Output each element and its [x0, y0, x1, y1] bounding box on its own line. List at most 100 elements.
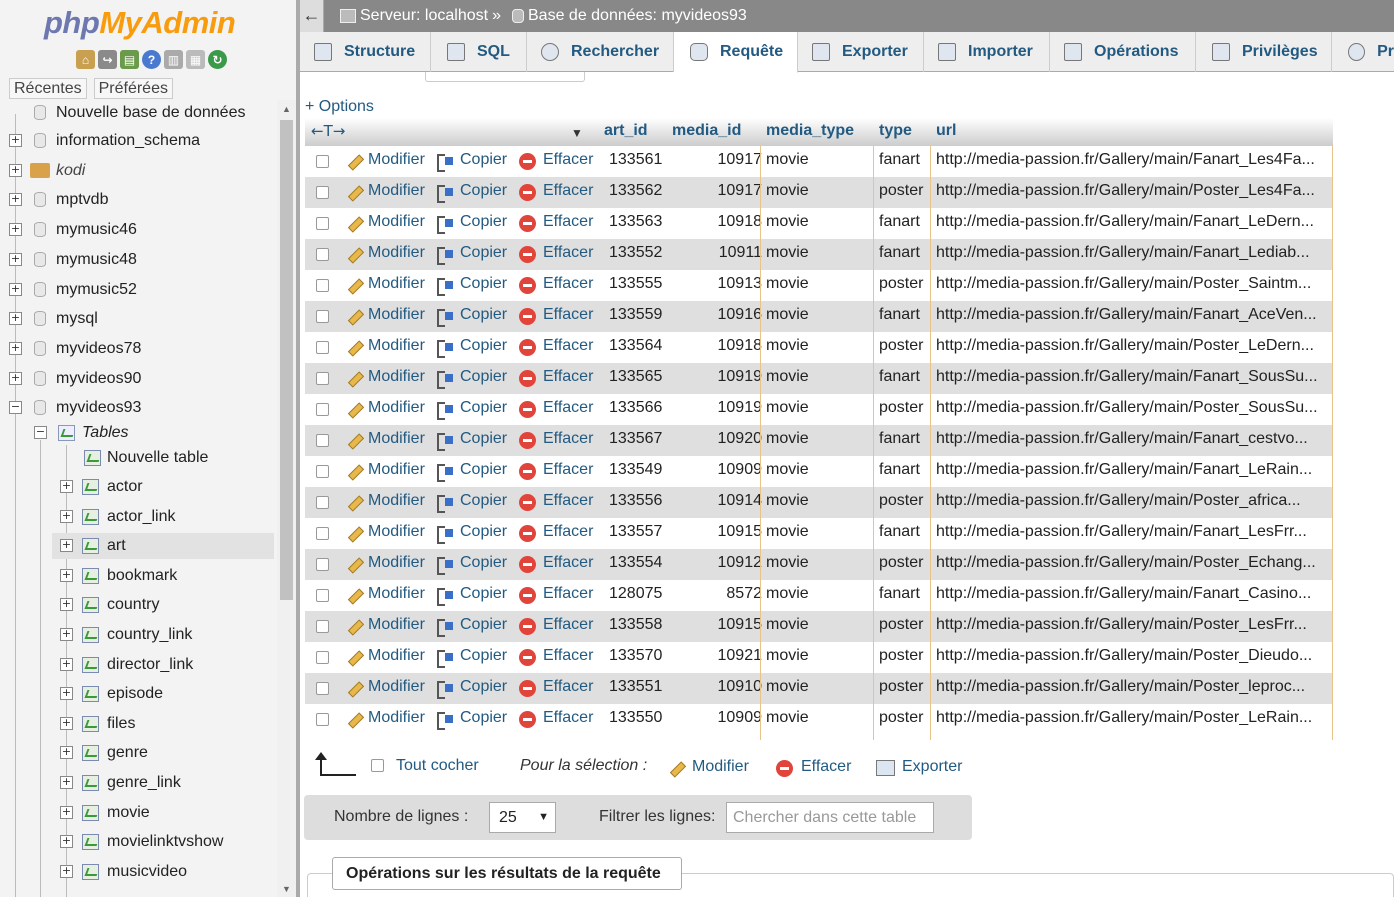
row-checkbox[interactable] [316, 682, 329, 695]
tree-item-table[interactable]: + movielinktvshow [0, 829, 278, 855]
cell-media-type[interactable]: movie [766, 430, 809, 448]
cell-url[interactable]: http://media-passion.fr/Gallery/main/Fan… [936, 523, 1326, 541]
copy-row-button[interactable]: Copier [436, 306, 507, 327]
expand-icon[interactable]: + [9, 134, 22, 147]
cell-type[interactable]: poster [879, 554, 923, 572]
expand-icon[interactable]: + [60, 598, 73, 612]
row-checkbox[interactable] [316, 248, 329, 261]
column-header-art-id[interactable]: art_id [604, 122, 648, 140]
cell-url[interactable]: http://media-passion.fr/Gallery/main/Pos… [936, 492, 1326, 510]
tree-item-table[interactable]: + musicvideo [0, 859, 278, 885]
reload-icon[interactable]: ↻ [208, 50, 227, 69]
cell-art-id[interactable]: 133549 [609, 461, 662, 479]
cell-media-type[interactable]: movie [766, 678, 809, 696]
copy-row-button[interactable]: Copier [436, 709, 507, 730]
delete-row-button[interactable]: Effacer [519, 430, 593, 449]
tree-item-table[interactable]: + actor_link [0, 504, 278, 530]
cell-media-id[interactable]: 10919 [718, 399, 763, 417]
cell-media-type[interactable]: movie [766, 554, 809, 572]
cell-art-id[interactable]: 128075 [609, 585, 662, 603]
cell-media-id[interactable]: 10909 [718, 461, 763, 479]
expand-icon[interactable]: + [60, 628, 73, 641]
delete-row-button[interactable]: Effacer [519, 585, 593, 604]
row-checkbox[interactable] [316, 527, 329, 540]
copy-row-button[interactable]: Copier [436, 213, 507, 234]
edit-row-button[interactable]: Modifier [345, 585, 425, 603]
tree-item-database[interactable]: + mymusic48 [0, 247, 278, 273]
row-checkbox[interactable] [316, 403, 329, 416]
cell-url[interactable]: http://media-passion.fr/Gallery/main/Pos… [936, 337, 1326, 355]
column-toggle-icon[interactable]: ←T→ [311, 122, 345, 140]
expand-icon[interactable]: + [9, 282, 22, 296]
collapse-sidebar-button[interactable]: ← [300, 0, 324, 32]
cell-media-id[interactable]: 10912 [718, 554, 763, 572]
home-icon[interactable]: ⌂ [76, 50, 95, 69]
cell-type[interactable]: poster [879, 337, 923, 355]
cell-media-id[interactable]: 10913 [718, 275, 763, 293]
copy-row-button[interactable]: Copier [436, 523, 507, 544]
tree-item-database[interactable]: + myvideos90 [0, 366, 278, 392]
cell-type[interactable]: poster [879, 492, 923, 510]
expand-icon[interactable]: + [60, 835, 73, 849]
tree-item-table[interactable]: + genre_link [0, 770, 278, 796]
column-header-url[interactable]: url [936, 122, 956, 140]
expand-icon[interactable]: + [60, 864, 73, 878]
tree-item-database[interactable]: + myvideos78 [0, 336, 278, 362]
cell-art-id[interactable]: 133565 [609, 368, 662, 386]
cell-url[interactable]: http://media-passion.fr/Gallery/main/Fan… [936, 244, 1326, 262]
cell-art-id[interactable]: 133555 [609, 275, 662, 293]
cell-art-id[interactable]: 133552 [609, 244, 662, 262]
edit-row-button[interactable]: Modifier [345, 399, 425, 417]
cell-type[interactable]: fanart [879, 213, 920, 231]
edit-row-button[interactable]: Modifier [345, 430, 425, 448]
delete-row-button[interactable]: Effacer [519, 306, 593, 325]
edit-row-button[interactable]: Modifier [345, 554, 425, 572]
edit-row-button[interactable]: Modifier [345, 709, 425, 727]
help-icon[interactable]: ? [142, 50, 161, 69]
row-checkbox[interactable] [316, 186, 329, 199]
cell-type[interactable]: fanart [879, 585, 920, 603]
cell-url[interactable]: http://media-passion.fr/Gallery/main/Fan… [936, 461, 1326, 479]
delete-row-button[interactable]: Effacer [519, 492, 593, 511]
cell-type[interactable]: fanart [879, 523, 920, 541]
cell-media-type[interactable]: movie [766, 523, 809, 541]
edit-row-button[interactable]: Modifier [345, 182, 425, 200]
delete-row-button[interactable]: Effacer [519, 647, 593, 666]
tab-operations[interactable]: Opérations [1050, 32, 1196, 72]
cell-url[interactable]: http://media-passion.fr/Gallery/main/Pos… [936, 709, 1326, 727]
expand-icon[interactable]: + [60, 805, 73, 819]
edit-row-button[interactable]: Modifier [345, 337, 425, 355]
bulk-edit-button[interactable]: Modifier [667, 758, 749, 776]
row-checkbox[interactable] [316, 558, 329, 571]
edit-row-button[interactable]: Modifier [345, 616, 425, 634]
cell-media-id[interactable]: 10916 [718, 306, 763, 324]
copy-row-button[interactable]: Copier [436, 368, 507, 389]
cell-art-id[interactable]: 133563 [609, 213, 662, 231]
tree-item-table[interactable]: + country [0, 592, 278, 618]
cell-art-id[interactable]: 133570 [609, 647, 662, 665]
delete-row-button[interactable]: Effacer [519, 554, 593, 573]
cell-media-id[interactable]: 10918 [718, 337, 763, 355]
cell-media-id[interactable]: 10919 [718, 368, 763, 386]
edit-row-button[interactable]: Modifier [345, 306, 425, 324]
row-checkbox[interactable] [316, 620, 329, 633]
cell-media-id[interactable]: 10920 [718, 430, 763, 448]
cell-type[interactable]: poster [879, 678, 923, 696]
row-checkbox[interactable] [316, 372, 329, 385]
tab-import[interactable]: Importer [924, 32, 1050, 72]
edit-row-button[interactable]: Modifier [345, 213, 425, 231]
cell-url[interactable]: http://media-passion.fr/Gallery/main/Fan… [936, 151, 1326, 169]
row-checkbox[interactable] [316, 310, 329, 323]
tree-item-database[interactable]: + mymusic52 [0, 277, 278, 303]
tree-item-table[interactable]: + country_link [0, 622, 278, 648]
cell-url[interactable]: http://media-passion.fr/Gallery/main/Pos… [936, 647, 1326, 665]
collapse-icon[interactable]: − [9, 401, 22, 415]
copy-row-button[interactable]: Copier [436, 616, 507, 637]
cell-media-id[interactable]: 10917 [718, 151, 763, 169]
delete-row-button[interactable]: Effacer [519, 709, 593, 728]
tree-item-database[interactable]: + mptvdb [0, 187, 278, 213]
copy-row-button[interactable]: Copier [436, 678, 507, 699]
cell-url[interactable]: http://media-passion.fr/Gallery/main/Fan… [936, 430, 1326, 448]
cell-url[interactable]: http://media-passion.fr/Gallery/main/Pos… [936, 275, 1326, 293]
copy-row-button[interactable]: Copier [436, 492, 507, 513]
